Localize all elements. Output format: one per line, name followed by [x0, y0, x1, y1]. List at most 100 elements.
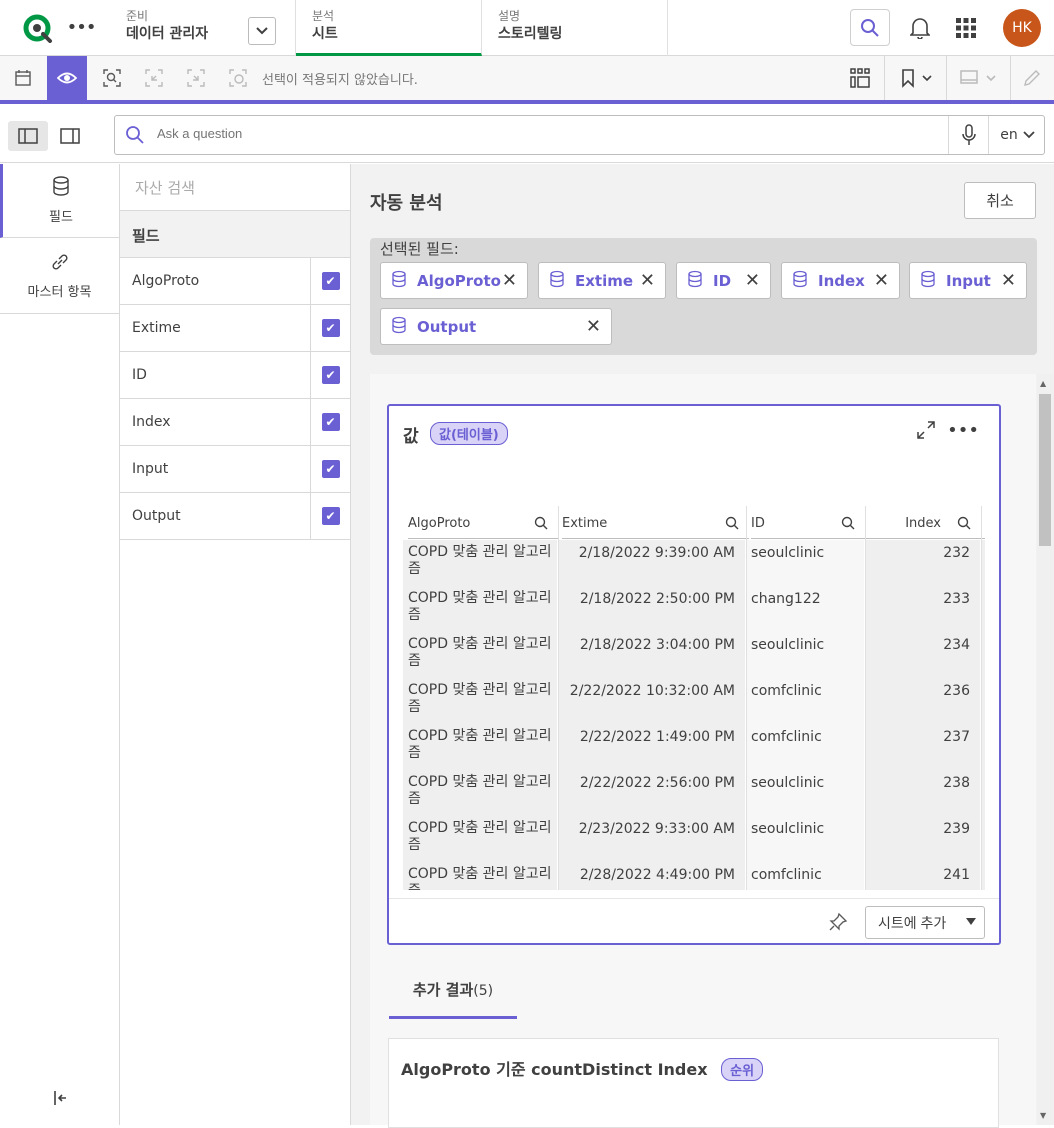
column-header-id[interactable]: ID: [751, 506, 865, 539]
insight-eye-button[interactable]: [47, 56, 87, 100]
add-to-sheet-button[interactable]: 시트에 추가: [865, 906, 985, 939]
cell-id[interactable]: seoulclinic: [746, 540, 864, 586]
cell-index[interactable]: 239: [865, 816, 980, 862]
toggle-left-panel-button[interactable]: [8, 121, 48, 151]
column-header-algoproto[interactable]: AlgoProto: [408, 506, 558, 539]
cell-algoproto[interactable]: COPD 맞춤 관리 알고리즘: [403, 862, 557, 890]
cell-index[interactable]: 232: [865, 540, 980, 586]
cell-id[interactable]: seoulclinic: [746, 770, 864, 816]
field-checkbox[interactable]: ✔: [310, 446, 350, 492]
cell-algoproto[interactable]: COPD 맞춤 관리 알고리즘: [403, 540, 557, 586]
ask-question-input[interactable]: [157, 126, 917, 141]
cell-id[interactable]: comfclinic: [746, 678, 864, 724]
cell-extime[interactable]: 2/18/2022 2:50:00 PM: [558, 586, 745, 632]
search-button[interactable]: [850, 9, 890, 46]
table-row[interactable]: COPD 맞춤 관리 알고리즘 2/22/2022 2:56:00 PM seo…: [403, 770, 985, 816]
field-chip[interactable]: Input ✕: [909, 262, 1027, 299]
field-row[interactable]: Extime ✔: [120, 305, 350, 352]
asset-search-input[interactable]: 자산 검색: [120, 164, 350, 211]
language-select[interactable]: en: [988, 116, 1046, 154]
cell-algoproto[interactable]: COPD 맞춤 관리 알고리즘: [403, 678, 557, 724]
collapse-sidebar-icon[interactable]: [48, 1086, 72, 1110]
cell-index[interactable]: 238: [865, 770, 980, 816]
field-checkbox[interactable]: ✔: [310, 493, 350, 539]
tab-more-results[interactable]: 추가 결과(5): [389, 969, 517, 1019]
vertical-scrollbar[interactable]: ▲ ▼: [1037, 374, 1054, 1125]
cell-extime[interactable]: 2/22/2022 10:32:00 AM: [558, 678, 745, 724]
field-checkbox[interactable]: ✔: [310, 305, 350, 351]
bookmark-dropdown[interactable]: [888, 56, 944, 100]
column-search-icon[interactable]: [957, 516, 971, 534]
prepare-dropdown-button[interactable]: [248, 17, 276, 45]
cell-algoproto[interactable]: COPD 맞춤 관리 알고리즘: [403, 770, 557, 816]
scrollbar-thumb[interactable]: [1039, 394, 1051, 546]
cell-id[interactable]: comfclinic: [746, 862, 864, 890]
microphone-icon[interactable]: [948, 116, 988, 154]
cell-extime[interactable]: 2/22/2022 1:49:00 PM: [558, 724, 745, 770]
field-row[interactable]: AlgoProto ✔: [120, 258, 350, 305]
field-chip[interactable]: AlgoProto ✕: [380, 262, 528, 299]
table-row[interactable]: COPD 맞춤 관리 알고리즘 2/28/2022 4:49:00 PM com…: [403, 862, 985, 890]
result-card-rank[interactable]: AlgoProto 기준 countDistinct Index 순위: [388, 1038, 999, 1128]
expand-icon[interactable]: [912, 416, 940, 444]
calendar-icon[interactable]: [3, 56, 43, 100]
pin-icon[interactable]: [825, 909, 851, 935]
cell-algoproto[interactable]: COPD 맞춤 관리 알고리즘: [403, 586, 557, 632]
field-chip[interactable]: Index ✕: [781, 262, 900, 299]
cell-extime[interactable]: 2/18/2022 9:39:00 AM: [558, 540, 745, 586]
cell-algoproto[interactable]: COPD 맞춤 관리 알고리즘: [403, 632, 557, 678]
field-row[interactable]: Index ✔: [120, 399, 350, 446]
table-row[interactable]: COPD 맞춤 관리 알고리즘 2/23/2022 9:33:00 AM seo…: [403, 816, 985, 862]
cell-id[interactable]: comfclinic: [746, 724, 864, 770]
table-row[interactable]: COPD 맞춤 관리 알고리즘 2/18/2022 2:50:00 PM cha…: [403, 586, 985, 632]
user-avatar[interactable]: HK: [1003, 9, 1041, 47]
field-chip[interactable]: Extime ✕: [538, 262, 666, 299]
field-row[interactable]: Input ✔: [120, 446, 350, 493]
table-row[interactable]: COPD 맞춤 관리 알고리즘 2/18/2022 9:39:00 AM seo…: [403, 540, 985, 586]
remove-chip-icon[interactable]: ✕: [502, 270, 517, 291]
field-chip[interactable]: Output ✕: [380, 308, 612, 345]
cell-index[interactable]: 236: [865, 678, 980, 724]
remove-chip-icon[interactable]: ✕: [874, 270, 889, 291]
more-options-icon[interactable]: •••: [947, 416, 979, 444]
column-header-extime[interactable]: Extime: [562, 506, 749, 539]
field-row[interactable]: ID ✔: [120, 352, 350, 399]
cell-algoproto[interactable]: COPD 맞춤 관리 알고리즘: [403, 724, 557, 770]
rail-item-master-items[interactable]: 마스터 항목: [0, 240, 119, 314]
cell-id[interactable]: chang122: [746, 586, 864, 632]
selection-search-icon[interactable]: [92, 56, 132, 100]
remove-chip-icon[interactable]: ✕: [1001, 270, 1016, 291]
column-search-icon[interactable]: [534, 516, 548, 534]
cancel-button[interactable]: 취소: [964, 182, 1036, 219]
remove-chip-icon[interactable]: ✕: [745, 270, 760, 291]
layout-grid-icon[interactable]: [840, 56, 880, 100]
table-row[interactable]: COPD 맞춤 관리 알고리즘 2/18/2022 3:04:00 PM seo…: [403, 632, 985, 678]
result-card-values-table[interactable]: 값 값(테이블) ••• AlgoProto Extime ID Index C…: [387, 404, 1001, 945]
cell-algoproto[interactable]: COPD 맞춤 관리 알고리즘: [403, 816, 557, 862]
cell-extime[interactable]: 2/22/2022 2:56:00 PM: [558, 770, 745, 816]
rail-item-fields[interactable]: 필드: [0, 164, 119, 238]
column-header-index[interactable]: Index: [865, 506, 981, 539]
cell-index[interactable]: 241: [865, 862, 980, 890]
field-chip[interactable]: ID ✕: [676, 262, 771, 299]
qlik-logo[interactable]: [22, 13, 54, 43]
remove-chip-icon[interactable]: ✕: [640, 270, 655, 291]
field-checkbox[interactable]: ✔: [310, 258, 350, 304]
table-row[interactable]: COPD 맞춤 관리 알고리즘 2/22/2022 10:32:00 AM co…: [403, 678, 985, 724]
column-search-icon[interactable]: [725, 516, 739, 534]
column-search-icon[interactable]: [841, 516, 855, 534]
cell-id[interactable]: seoulclinic: [746, 816, 864, 862]
cell-index[interactable]: 233: [865, 586, 980, 632]
cell-index[interactable]: 237: [865, 724, 980, 770]
nav-narrate[interactable]: 설명 스토리텔링: [482, 0, 668, 56]
cell-extime[interactable]: 2/28/2022 4:49:00 PM: [558, 862, 745, 890]
cell-extime[interactable]: 2/23/2022 9:33:00 AM: [558, 816, 745, 862]
cell-extime[interactable]: 2/18/2022 3:04:00 PM: [558, 632, 745, 678]
apps-grid-icon[interactable]: [952, 14, 980, 42]
field-checkbox[interactable]: ✔: [310, 352, 350, 398]
notifications-bell-icon[interactable]: [906, 14, 934, 42]
field-checkbox[interactable]: ✔: [310, 399, 350, 445]
field-row[interactable]: Output ✔: [120, 493, 350, 540]
more-menu-icon[interactable]: •••: [67, 16, 97, 38]
nav-analyze[interactable]: 분석 시트: [296, 0, 482, 56]
